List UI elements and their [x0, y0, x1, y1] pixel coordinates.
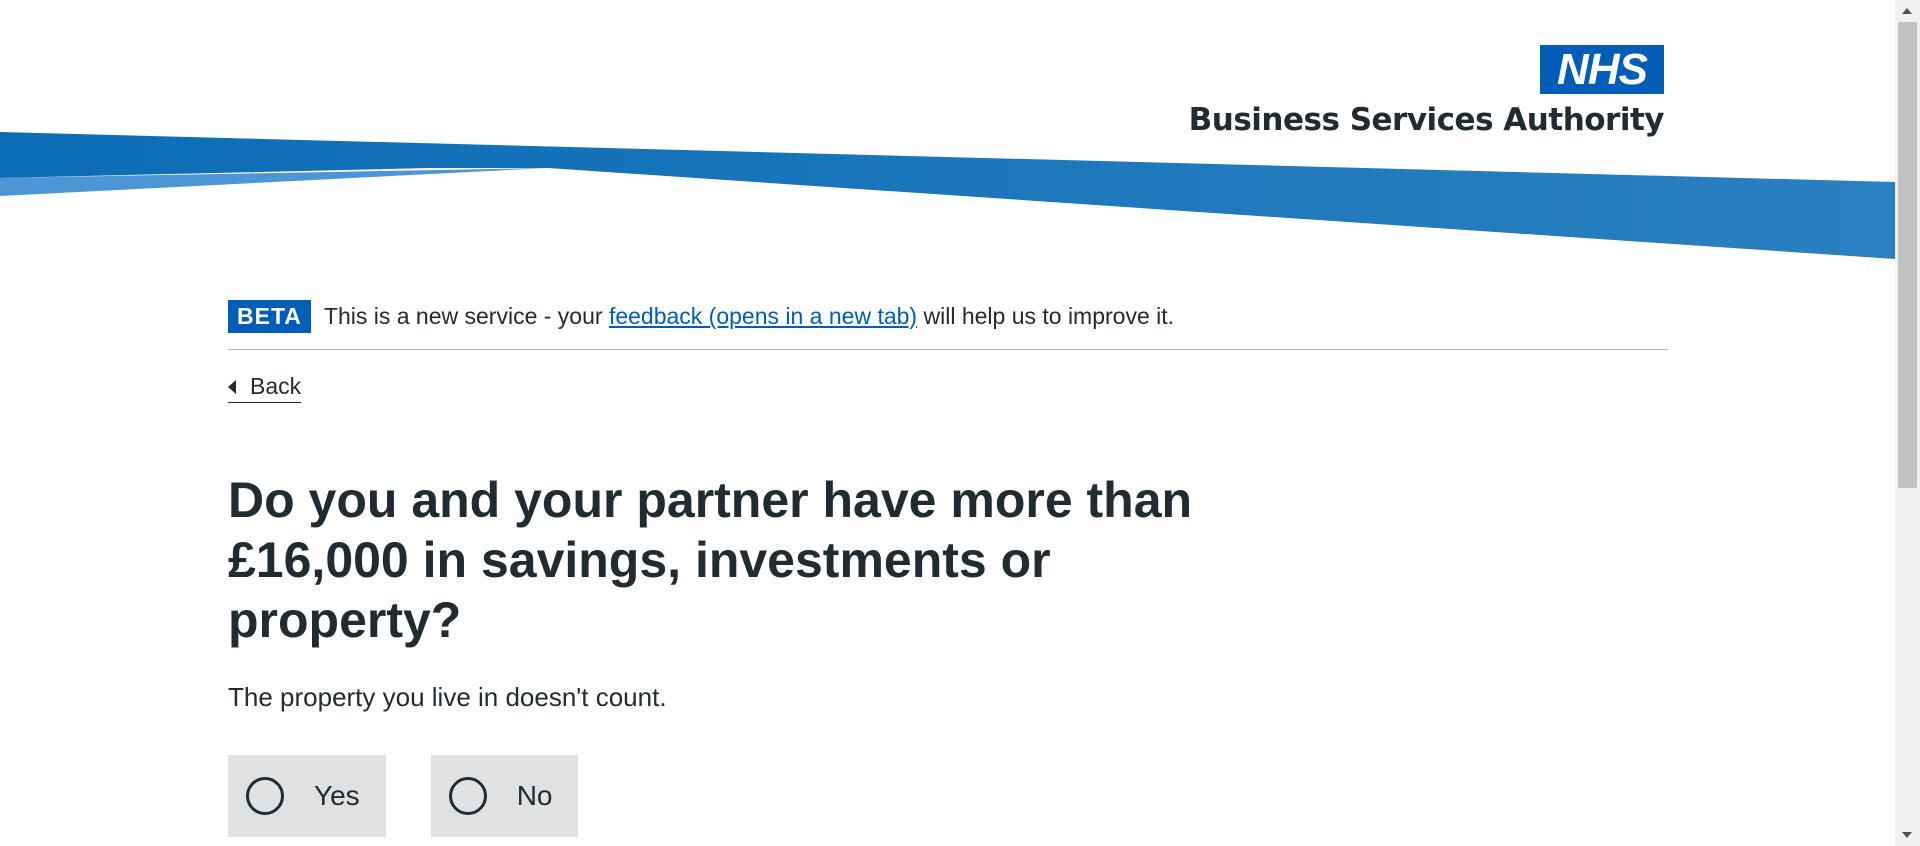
back-link[interactable]: Back [228, 373, 302, 403]
radio-circle-icon[interactable] [448, 777, 487, 815]
chevron-left-icon [228, 379, 236, 394]
phase-banner-text: This is a new service - your feedback (o… [324, 303, 1174, 330]
question-hint: The property you live in doesn't count. [228, 682, 667, 712]
phase-banner-divider [228, 349, 1668, 350]
back-link-label: Back [250, 373, 302, 399]
vertical-scrollbar[interactable] [1895, 0, 1920, 846]
phase-text-after: will help us to improve it. [917, 302, 1175, 329]
radio-option-yes[interactable]: Yes [228, 755, 386, 837]
feedback-link[interactable]: feedback (opens in a new tab) [609, 303, 917, 329]
radio-label-yes: Yes [314, 780, 360, 811]
nhs-logo-box: NHS [1540, 45, 1664, 94]
beta-tag: BETA [228, 299, 311, 333]
nhs-bsa-logo[interactable]: NHS Business Services Authority [1188, 45, 1665, 138]
phase-banner: BETA This is a new service - your feedba… [228, 299, 1668, 333]
radio-circle-icon[interactable] [246, 777, 284, 815]
organisation-name: Business Services Authority [1188, 102, 1665, 138]
radio-group: Yes No [228, 755, 579, 837]
phase-text-before: This is a new service - your [323, 302, 609, 329]
radio-option-no[interactable]: No [430, 755, 579, 837]
radio-label-no: No [516, 780, 553, 811]
page: NHS Business Services Authority BETA Thi… [0, 0, 1895, 846]
question-title: Do you and your partner have more than £… [228, 472, 1193, 648]
scroll-up-arrow-icon[interactable] [1902, 8, 1912, 14]
scrollbar-thumb[interactable] [1898, 22, 1917, 488]
scroll-down-arrow-icon[interactable] [1902, 832, 1912, 838]
